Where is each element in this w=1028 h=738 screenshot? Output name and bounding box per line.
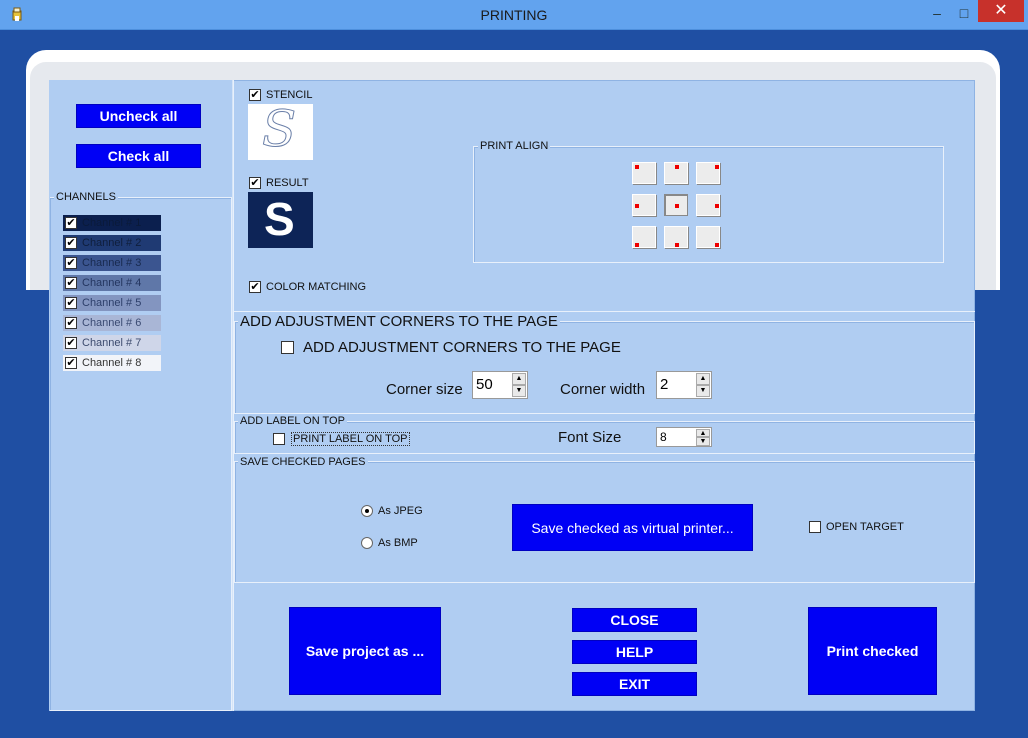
add-corners-checkbox[interactable] — [281, 341, 294, 354]
channel-label: Channel # 6 — [82, 317, 142, 329]
channel-label: Channel # 1 — [82, 217, 142, 229]
channel-row[interactable]: ✔ Channel # 7 — [63, 335, 161, 351]
stencil-preview: S — [248, 100, 313, 160]
align-middle-left-button[interactable] — [632, 194, 656, 216]
check-all-button[interactable]: Check all — [76, 144, 201, 168]
color-matching-checkbox[interactable]: ✔ — [249, 281, 261, 293]
channel-checkbox[interactable]: ✔ — [65, 337, 77, 349]
channel-label: Channel # 8 — [82, 357, 142, 369]
corners-group-label: ADD ADJUSTMENT CORNERS TO THE PAGE — [238, 313, 560, 330]
channel-label: Channel # 7 — [82, 337, 142, 349]
corner-width-value: 2 — [660, 376, 669, 393]
align-marker-icon — [635, 165, 639, 169]
font-size-value: 8 — [660, 430, 667, 444]
align-marker-icon — [675, 243, 679, 247]
stencil-glyph: S — [261, 100, 297, 159]
print-checked-button[interactable]: Print checked — [808, 607, 937, 695]
separator — [233, 311, 975, 312]
channel-label: Channel # 3 — [82, 257, 142, 269]
corner-width-up-icon[interactable]: ▲ — [696, 373, 710, 385]
channel-row[interactable]: ✔ Channel # 2 — [63, 235, 161, 251]
exit-button[interactable]: EXIT — [572, 672, 697, 696]
open-target-checkbox[interactable] — [809, 521, 821, 533]
align-marker-icon — [715, 243, 719, 247]
align-top-center-button[interactable] — [664, 162, 688, 184]
maximize-button[interactable]: □ — [952, 4, 976, 24]
uncheck-all-button[interactable]: Uncheck all — [76, 104, 201, 128]
align-marker-icon — [715, 165, 719, 169]
stencil-checkbox[interactable]: ✔ — [249, 89, 261, 101]
channel-row[interactable]: ✔ Channel # 1 — [63, 215, 161, 231]
as-jpeg-label: As JPEG — [378, 505, 423, 517]
align-marker-icon — [675, 165, 679, 169]
as-jpeg-radio[interactable] — [361, 505, 373, 517]
channel-checkbox[interactable]: ✔ — [65, 297, 77, 309]
corner-width-spinner[interactable]: 2 ▲ ▼ — [656, 371, 712, 399]
close-button[interactable]: CLOSE — [572, 608, 697, 632]
channel-row[interactable]: ✔ Channel # 8 — [63, 355, 161, 371]
result-label: RESULT — [266, 177, 309, 189]
radio-selected-dot — [365, 509, 369, 513]
align-marker-icon — [715, 204, 719, 208]
align-marker-icon — [635, 204, 639, 208]
align-marker-icon — [675, 204, 679, 208]
font-size-down-icon[interactable]: ▼ — [696, 437, 710, 446]
channel-checkbox[interactable]: ✔ — [65, 277, 77, 289]
close-window-button[interactable]: ✕ — [978, 0, 1024, 22]
save-project-button[interactable]: Save project as ... — [289, 607, 441, 695]
align-middle-center-button[interactable] — [664, 194, 688, 216]
align-marker-icon — [635, 243, 639, 247]
channel-label: Channel # 4 — [82, 277, 142, 289]
save-virtual-printer-button[interactable]: Save checked as virtual printer... — [512, 504, 753, 551]
add-corners-label: ADD ADJUSTMENT CORNERS TO THE PAGE — [303, 339, 621, 356]
channel-row[interactable]: ✔ Channel # 4 — [63, 275, 161, 291]
align-bottom-center-button[interactable] — [664, 226, 688, 248]
printing-window: PRINTING – □ ✕ Uncheck all Check all CHA… — [0, 0, 1028, 738]
minimize-button[interactable]: – — [924, 4, 950, 24]
align-top-right-button[interactable] — [696, 162, 720, 184]
result-glyph: S — [264, 193, 295, 245]
label-top-group-label: ADD LABEL ON TOP — [238, 415, 347, 427]
channel-checkbox[interactable]: ✔ — [65, 237, 77, 249]
channel-label: Channel # 5 — [82, 297, 142, 309]
align-top-left-button[interactable] — [632, 162, 656, 184]
print-label-label: PRINT LABEL ON TOP — [291, 432, 410, 446]
align-bottom-right-button[interactable] — [696, 226, 720, 248]
font-size-up-icon[interactable]: ▲ — [696, 429, 710, 437]
result-checkbox[interactable]: ✔ — [249, 177, 261, 189]
font-size-label: Font Size — [558, 429, 622, 446]
channel-checkbox[interactable]: ✔ — [65, 357, 77, 369]
result-preview: S — [248, 192, 313, 248]
corner-size-label: Corner size — [386, 381, 463, 398]
channel-row[interactable]: ✔ Channel # 3 — [63, 255, 161, 271]
window-title: PRINTING — [480, 7, 548, 23]
save-group-label: SAVE CHECKED PAGES — [238, 456, 368, 468]
corner-size-up-icon[interactable]: ▲ — [512, 373, 526, 385]
help-button[interactable]: HELP — [572, 640, 697, 664]
channels-label: CHANNELS — [54, 191, 118, 203]
print-label-checkbox[interactable] — [273, 433, 285, 445]
corner-width-label: Corner width — [560, 381, 646, 398]
corner-size-value: 50 — [476, 376, 493, 393]
channel-checkbox[interactable]: ✔ — [65, 217, 77, 229]
open-target-label: OPEN TARGET — [826, 521, 904, 533]
corners-group — [234, 321, 975, 414]
color-matching-label: COLOR MATCHING — [266, 281, 367, 293]
title-bar[interactable]: PRINTING – □ ✕ — [0, 0, 1028, 30]
as-bmp-radio[interactable] — [361, 537, 373, 549]
as-bmp-label: As BMP — [378, 537, 418, 549]
channel-label: Channel # 2 — [82, 237, 142, 249]
channel-checkbox[interactable]: ✔ — [65, 257, 77, 269]
channel-row[interactable]: ✔ Channel # 6 — [63, 315, 161, 331]
corner-width-down-icon[interactable]: ▼ — [696, 385, 710, 397]
corner-size-spinner[interactable]: 50 ▲ ▼ — [472, 371, 528, 399]
align-middle-right-button[interactable] — [696, 194, 720, 216]
channel-row[interactable]: ✔ Channel # 5 — [63, 295, 161, 311]
channel-checkbox[interactable]: ✔ — [65, 317, 77, 329]
align-bottom-left-button[interactable] — [632, 226, 656, 248]
corner-size-down-icon[interactable]: ▼ — [512, 385, 526, 397]
print-align-label: PRINT ALIGN — [478, 140, 551, 152]
font-size-spinner[interactable]: 8 ▲ ▼ — [656, 427, 712, 447]
